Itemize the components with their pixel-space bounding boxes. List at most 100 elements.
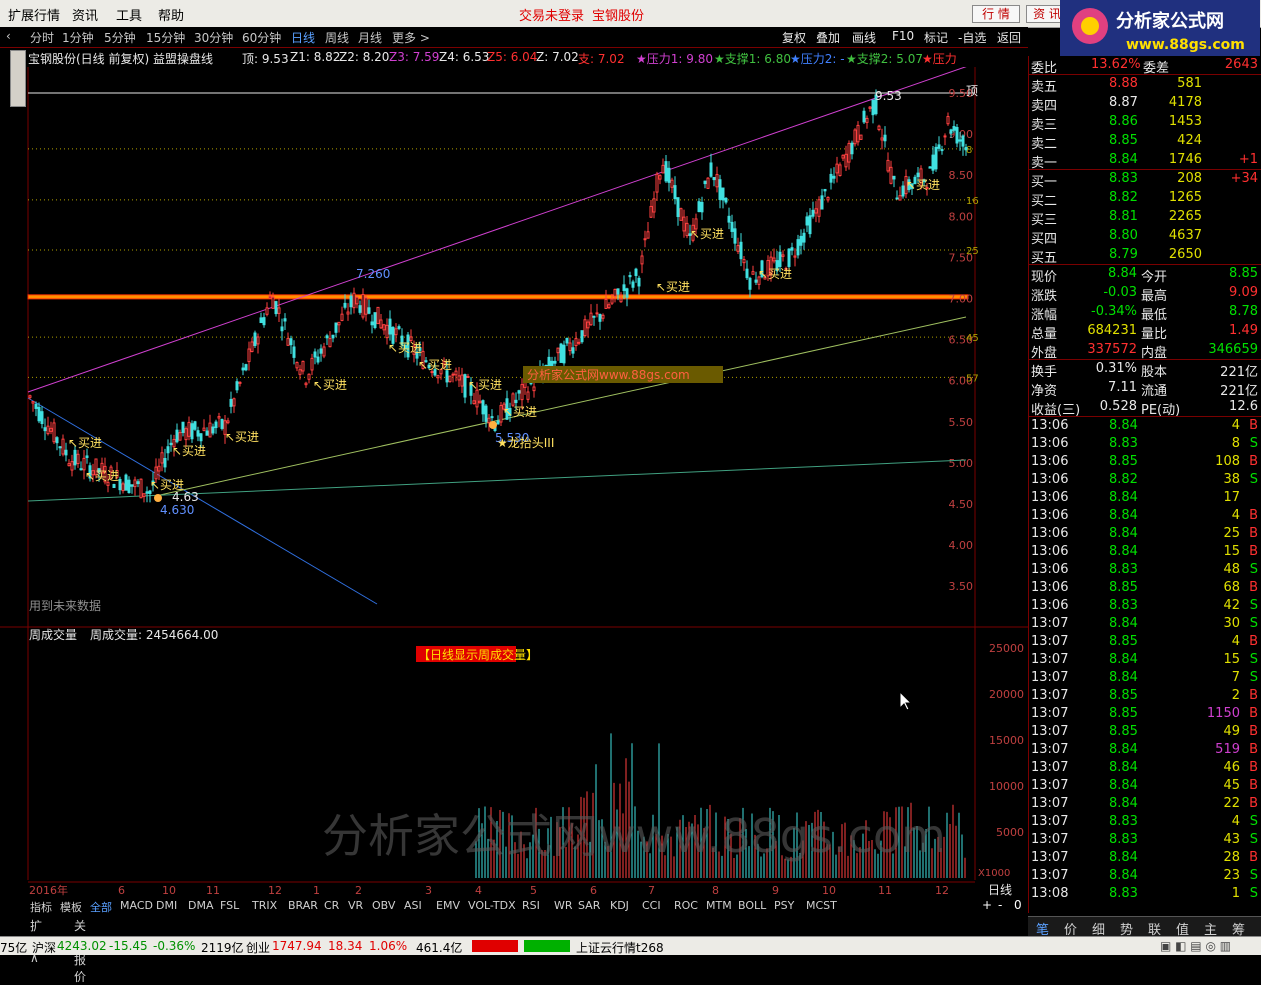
candle-body (526, 391, 530, 400)
indicator-tab-18[interactable]: KDJ (610, 899, 629, 912)
zoom-controls: + - 0 (978, 898, 1028, 914)
info-value-7: 支: 7.02 (578, 52, 625, 66)
menu-item-news[interactable]: 资讯 (72, 5, 98, 24)
zoom-out-button[interactable]: - (998, 898, 1002, 912)
indicator-tab-7[interactable]: TRIX (252, 899, 277, 912)
news-ticker[interactable]: 上证云行情t268 (576, 939, 664, 956)
index-sh-label[interactable]: 沪深 (32, 939, 56, 956)
tick-time: 13:07 (1031, 706, 1069, 721)
chart-tool-button-2[interactable]: 画线 (852, 29, 876, 46)
indicator-tab-14[interactable]: VOL-TDX (468, 899, 516, 912)
tick-time: 13:06 (1031, 472, 1069, 487)
indicator-tab-17[interactable]: SAR (578, 899, 600, 912)
candle-body (565, 337, 569, 344)
period-tab-9[interactable]: 更多 > (392, 29, 430, 46)
tick-row: 13:07 8.84 22 B (1029, 795, 1261, 813)
candle-body (280, 326, 284, 332)
sell-row: 卖三 8.86 1453 (1029, 113, 1261, 133)
candle-body (34, 403, 38, 409)
period-tab-8[interactable]: 月线 (358, 29, 382, 46)
buy-signal: ↖买进 (758, 267, 792, 281)
tick-price: 8.83 (1109, 436, 1138, 451)
tick-volume: 1150 (1206, 706, 1240, 721)
period-tab-2[interactable]: 5分钟 (104, 29, 136, 46)
indicator-tab-16[interactable]: WR (554, 899, 573, 912)
period-tab-0[interactable]: 分时 (30, 29, 54, 46)
trade-login-status[interactable]: 交易未登录 (519, 5, 584, 24)
candle-body (397, 326, 401, 329)
zoom-in-button[interactable]: + (982, 898, 992, 912)
chart-tool-button-6[interactable]: 返回 (997, 29, 1021, 46)
scroll-left-icon[interactable]: ‹ (6, 29, 11, 43)
candle-body (823, 188, 827, 192)
indicator-tab-20[interactable]: ROC (674, 899, 698, 912)
menu-item-help[interactable]: 帮助 (158, 5, 184, 24)
indicator-tab-12[interactable]: ASI (404, 899, 422, 912)
tick-row: 13:06 8.85 68 B (1029, 579, 1261, 597)
indicator-tab-24[interactable]: MCST (806, 899, 837, 912)
index-sh-value: 4243.02 (57, 939, 107, 953)
indicator-tab-9[interactable]: CR (324, 899, 339, 912)
chart-tool-button-5[interactable]: -自选 (958, 29, 986, 46)
indicator-tab-15[interactable]: RSI (522, 899, 540, 912)
tick-price: 8.83 (1109, 832, 1138, 847)
candle-body (121, 483, 125, 492)
indicator-tab-0[interactable]: 指标 (30, 899, 52, 915)
candle-body (685, 222, 689, 237)
candle-body (373, 312, 377, 329)
zoom-reset-button[interactable]: 0 (1014, 898, 1022, 912)
tick-side: S (1249, 886, 1258, 901)
period-tab-6[interactable]: 日线 (291, 29, 315, 46)
chart-tool-button-3[interactable]: F10 (892, 29, 914, 43)
period-tab-7[interactable]: 周线 (325, 29, 349, 46)
info-value-4: Z4: 6.53 (439, 50, 490, 64)
tick-time: 13:07 (1031, 670, 1069, 685)
candle-body (700, 201, 704, 213)
sell-price: 8.87 (1109, 95, 1138, 110)
quote-button[interactable]: 行 情 (972, 5, 1020, 23)
indicator-tab-8[interactable]: BRAR (288, 899, 318, 912)
main-chart[interactable]: 9.509.008.508.007.507.006.506.005.505.00… (0, 67, 1028, 912)
chart-tool-button-0[interactable]: 复权 (782, 29, 806, 46)
indicator-tab-1[interactable]: 模板 (60, 899, 82, 915)
indicator-tab-21[interactable]: MTM (706, 899, 732, 912)
price-axis-label: 4.50 (949, 498, 974, 511)
menu-item-extended[interactable]: 扩展行情 (8, 5, 60, 24)
indicator-tab-4[interactable]: DMI (156, 899, 177, 912)
candle-body (208, 422, 212, 438)
candle-body (733, 228, 737, 244)
indicator-tab-11[interactable]: OBV (372, 899, 395, 912)
period-tab-1[interactable]: 1分钟 (62, 29, 94, 46)
chart-tool-button-1[interactable]: 叠加 (816, 29, 840, 46)
status-icons[interactable]: ▣ ◧ ▤ ◎ ▥ (1160, 939, 1231, 953)
indicator-tab-13[interactable]: EMV (436, 899, 460, 912)
tick-row: 13:07 8.84 45 B (1029, 777, 1261, 795)
candle-body (853, 129, 857, 145)
menu-item-tools[interactable]: 工具 (116, 5, 142, 24)
chart-tool-button-4[interactable]: 标记 (924, 29, 948, 46)
tick-row: 13:06 8.83 8 S (1029, 435, 1261, 453)
indicator-tab-10[interactable]: VR (348, 899, 363, 912)
fund-value-1: 0.528 (1099, 399, 1137, 414)
candle-body (346, 311, 350, 315)
indicator-tab-5[interactable]: DMA (188, 899, 214, 912)
buy-signal: ↖买进 (656, 280, 690, 294)
period-tab-4[interactable]: 30分钟 (194, 29, 233, 46)
period-tab-5[interactable]: 60分钟 (242, 29, 281, 46)
candle-body (631, 281, 635, 288)
indicator-tab-3[interactable]: MACD (120, 899, 153, 912)
period-tab-3[interactable]: 15分钟 (146, 29, 185, 46)
watermark-big: 分析家公式网www.88gs.com (322, 809, 946, 863)
buy-row: 买二 8.82 1265 (1029, 189, 1261, 209)
index-cy-amount: 461.4亿 (416, 941, 463, 955)
indicator-tab-19[interactable]: CCI (642, 899, 661, 912)
quote-value-1: 8.84 (1108, 266, 1137, 281)
level-side-label: 16 (966, 196, 979, 207)
indicator-tab-2[interactable]: 全部 (90, 899, 112, 915)
candle-body (178, 432, 182, 441)
indicator-tab-6[interactable]: FSL (220, 899, 239, 912)
index-cy-label[interactable]: 创业 (246, 939, 270, 956)
indicator-tab-22[interactable]: BOLL (738, 899, 766, 912)
indicator-tab-23[interactable]: PSY (774, 899, 794, 912)
buy-price: 8.80 (1109, 228, 1138, 243)
